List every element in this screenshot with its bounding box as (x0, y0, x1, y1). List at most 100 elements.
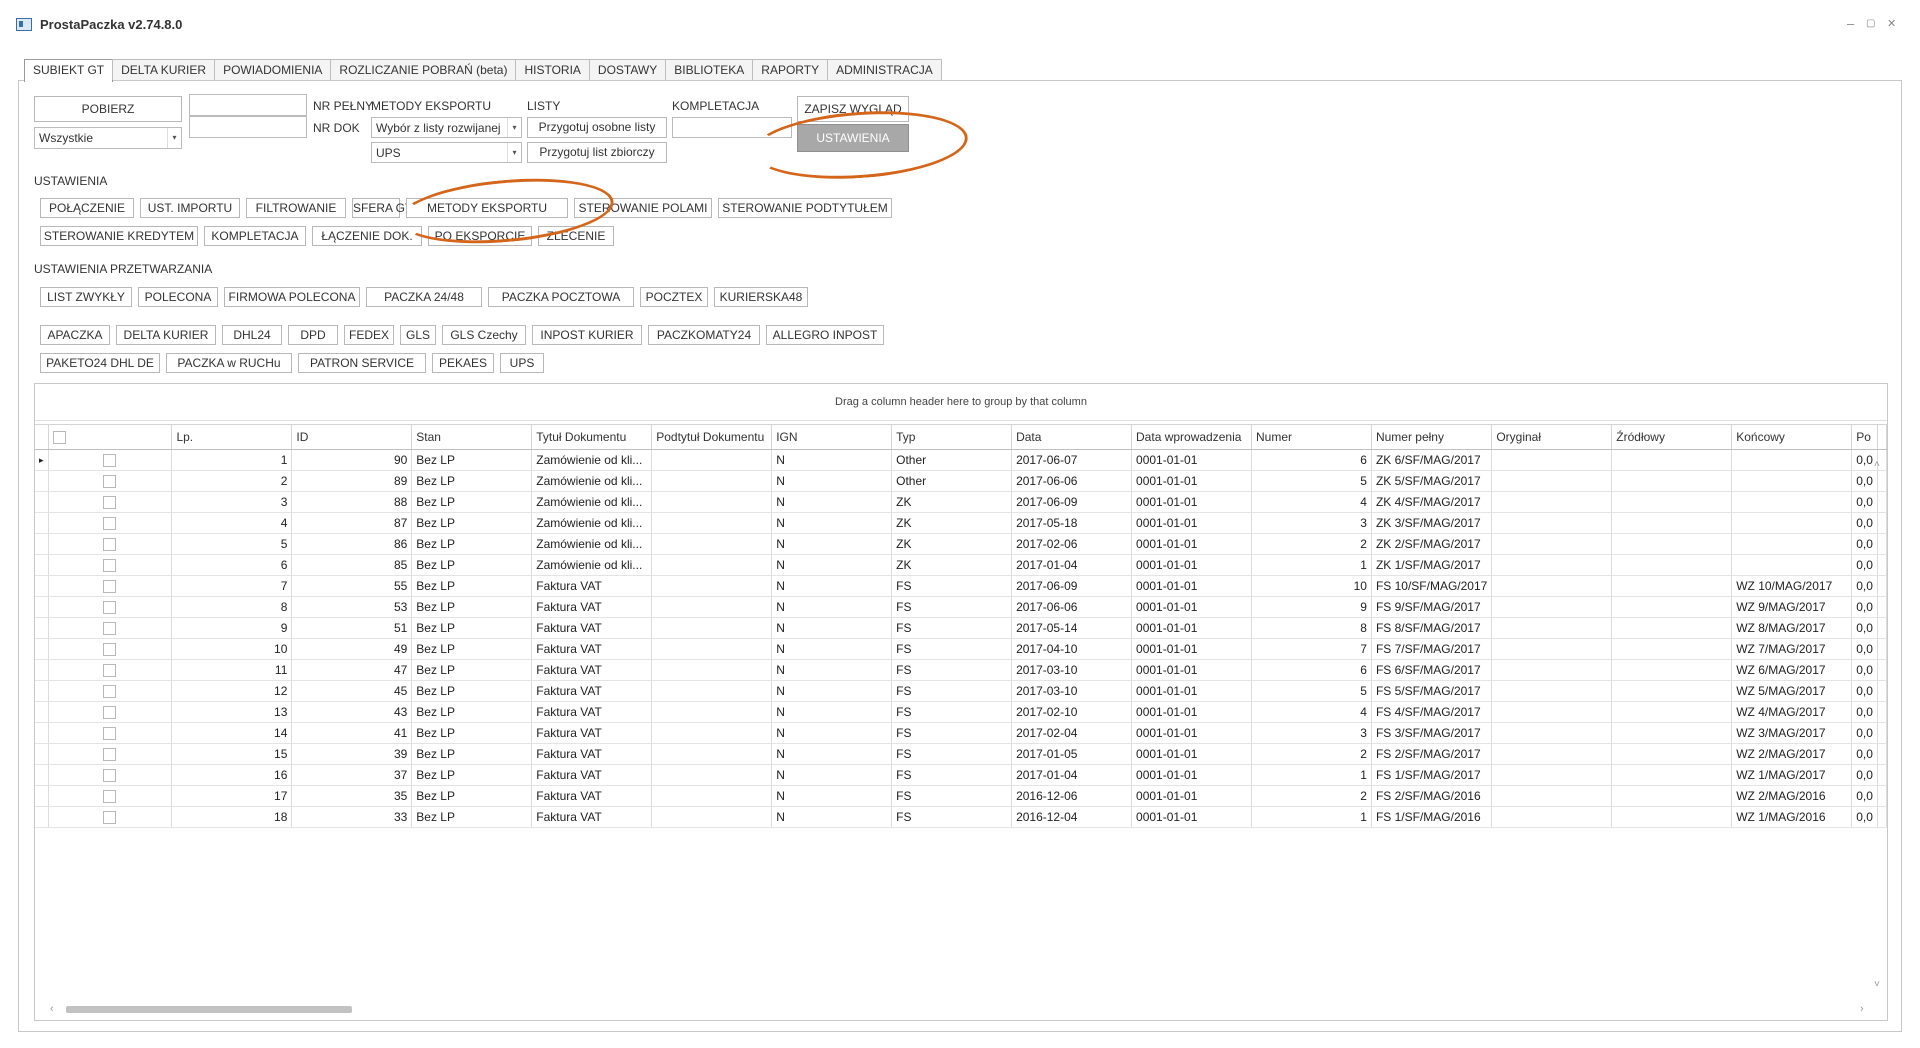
row-checkbox[interactable] (103, 685, 117, 699)
column-header-data[interactable]: Data (1011, 424, 1133, 450)
table-cell-podtytuł-dokumentu[interactable] (651, 764, 773, 786)
table-cell-data-wprowadzenia[interactable]: 0001-01-01 (1131, 764, 1252, 786)
table-cell-źródłowy[interactable] (1611, 554, 1733, 576)
table-cell-lp[interactable]: 17 (171, 785, 293, 807)
horizontal-scrollbar[interactable]: ‹ › (34, 1003, 1886, 1017)
scroll-down-icon[interactable]: ˅ (1874, 979, 1880, 990)
table-cell-id[interactable]: 88 (291, 491, 413, 513)
table-cell-id[interactable]: 90 (291, 449, 413, 471)
table-cell-lp[interactable]: 9 (171, 617, 293, 639)
table-cell-typ[interactable]: ZK (891, 512, 1013, 534)
table-cell-stan[interactable]: Bez LP (411, 764, 533, 786)
table-cell-stan[interactable]: Bez LP (411, 722, 533, 744)
table-cell-tytuł-dokumentu[interactable]: Faktura VAT (531, 638, 653, 660)
table-cell-typ[interactable]: FS (891, 638, 1013, 660)
table-cell-oryginał[interactable] (1491, 764, 1613, 786)
table-cell-końcowy[interactable] (1731, 449, 1853, 471)
table-cell-id[interactable]: 55 (291, 575, 413, 597)
row-checkbox[interactable] (103, 496, 117, 510)
table-cell-id[interactable]: 86 (291, 533, 413, 555)
table-cell-data-wprowadzenia[interactable]: 0001-01-01 (1131, 806, 1252, 828)
table-cell-stan[interactable]: Bez LP (411, 638, 533, 660)
table-cell-numer-pełny[interactable]: ZK 3/SF/MAG/2017 (1371, 512, 1493, 534)
table-cell-stan[interactable]: Bez LP (411, 512, 533, 534)
table-cell-typ[interactable]: FS (891, 596, 1013, 618)
table-cell-typ[interactable]: FS (891, 659, 1013, 681)
table-cell-typ[interactable]: ZK (891, 491, 1013, 513)
table-cell-typ[interactable]: Other (891, 470, 1013, 492)
table-cell-podtytuł-dokumentu[interactable] (651, 680, 773, 702)
chevron-down-icon[interactable]: ▾ (507, 143, 521, 162)
chevron-down-icon[interactable]: ▾ (507, 118, 521, 137)
table-cell-data[interactable]: 2017-05-18 (1011, 512, 1133, 534)
table-cell-data-wprowadzenia[interactable]: 0001-01-01 (1131, 491, 1252, 513)
column-header-źródłowy[interactable]: Źródłowy (1611, 424, 1733, 450)
table-cell-źródłowy[interactable] (1611, 806, 1733, 828)
tab-rozliczanie-pobrań-beta[interactable]: ROZLICZANIE POBRAŃ (beta) (330, 59, 517, 80)
table-cell-końcowy[interactable]: WZ 1/MAG/2017 (1731, 764, 1853, 786)
table-cell-oryginał[interactable] (1491, 659, 1613, 681)
table-cell-data-wprowadzenia[interactable]: 0001-01-01 (1131, 785, 1252, 807)
table-cell-tytuł-dokumentu[interactable]: Faktura VAT (531, 806, 653, 828)
table-cell-lp[interactable]: 2 (171, 470, 293, 492)
button-kurierska48[interactable]: KURIERSKA48 (714, 287, 808, 307)
row-checkbox[interactable] (103, 538, 117, 552)
table-cell-lp[interactable]: 15 (171, 743, 293, 765)
button-patron-service[interactable]: PATRON SERVICE (298, 353, 426, 373)
table-cell-oryginał[interactable] (1491, 638, 1613, 660)
button-paczka-w-ruchu[interactable]: PACZKA w RUCHu (166, 353, 292, 373)
table-cell-źródłowy[interactable] (1611, 701, 1733, 723)
table-cell-typ[interactable]: FS (891, 722, 1013, 744)
table-cell-data-wprowadzenia[interactable]: 0001-01-01 (1131, 470, 1252, 492)
table-cell-typ[interactable]: FS (891, 743, 1013, 765)
table-cell-ign[interactable]: N (771, 533, 893, 555)
table-cell-tytuł-dokumentu[interactable]: Faktura VAT (531, 785, 653, 807)
table-cell-ign[interactable]: N (771, 764, 893, 786)
table-row[interactable]: 9 51 Bez LP Faktura VAT N FS 2017-05-14 0001-01… (35, 617, 1887, 639)
table-cell-id[interactable]: 41 (291, 722, 413, 744)
table-cell-końcowy[interactable]: WZ 7/MAG/2017 (1731, 638, 1853, 660)
table-cell-źródłowy[interactable] (1611, 785, 1733, 807)
row-checkbox[interactable] (103, 601, 117, 615)
table-row[interactable]: 10 49 Bez LP Faktura VAT N FS 2017-04-10 0001-0… (35, 638, 1887, 660)
table-row[interactable]: 15 39 Bez LP Faktura VAT N FS 2017-01-05 0001-0… (35, 743, 1887, 765)
button-paczkomaty24[interactable]: PACZKOMATY24 (648, 325, 760, 345)
table-cell-data[interactable]: 2017-03-10 (1011, 680, 1133, 702)
metody-eksportu-select[interactable]: Wybór z listy rozwijanej ▾ (371, 117, 522, 138)
table-cell-tytuł-dokumentu[interactable]: Zamówienie od kli... (531, 533, 653, 555)
table-cell-końcowy[interactable]: WZ 5/MAG/2017 (1731, 680, 1853, 702)
table-cell-data[interactable]: 2017-01-05 (1011, 743, 1133, 765)
table-cell-oryginał[interactable] (1491, 554, 1613, 576)
table-cell-stan[interactable]: Bez LP (411, 470, 533, 492)
group-by-panel[interactable]: Drag a column header here to group by th… (35, 384, 1887, 421)
column-header-stan[interactable]: Stan (411, 424, 533, 450)
table-cell-data[interactable]: 2017-01-04 (1011, 764, 1133, 786)
table-cell-id[interactable]: 51 (291, 617, 413, 639)
table-cell-typ[interactable]: ZK (891, 554, 1013, 576)
column-header-data-wprowadzenia[interactable]: Data wprowadzenia (1131, 424, 1252, 450)
button-pekaes[interactable]: PEKAES (432, 353, 494, 373)
table-cell-podtytuł-dokumentu[interactable] (651, 785, 773, 807)
table-cell-źródłowy[interactable] (1611, 617, 1733, 639)
table-cell-podtytuł-dokumentu[interactable] (651, 701, 773, 723)
nr-pelny-input[interactable] (189, 94, 307, 116)
table-cell-końcowy[interactable] (1731, 470, 1853, 492)
table-cell-data[interactable]: 2017-02-10 (1011, 701, 1133, 723)
row-checkbox[interactable] (103, 559, 117, 573)
table-cell-podtytuł-dokumentu[interactable] (651, 596, 773, 618)
minimize-icon[interactable]: – (1847, 16, 1854, 31)
row-checkbox[interactable] (103, 811, 117, 825)
scroll-up-icon[interactable]: ˄ (1874, 459, 1880, 470)
close-icon[interactable]: ✕ (1887, 17, 1896, 30)
table-cell-id[interactable]: 49 (291, 638, 413, 660)
table-cell-data[interactable]: 2017-02-06 (1011, 533, 1133, 555)
tab-raporty[interactable]: RAPORTY (752, 59, 829, 80)
table-cell-data[interactable]: 2016-12-06 (1011, 785, 1133, 807)
table-cell-data-wprowadzenia[interactable]: 0001-01-01 (1131, 554, 1252, 576)
table-cell-data-wprowadzenia[interactable]: 0001-01-01 (1131, 617, 1252, 639)
table-cell-tytuł-dokumentu[interactable]: Zamówienie od kli... (531, 512, 653, 534)
row-checkbox[interactable] (103, 622, 117, 636)
table-cell-typ[interactable]: FS (891, 680, 1013, 702)
table-cell-stan[interactable]: Bez LP (411, 785, 533, 807)
table-cell-tytuł-dokumentu[interactable]: Faktura VAT (531, 701, 653, 723)
